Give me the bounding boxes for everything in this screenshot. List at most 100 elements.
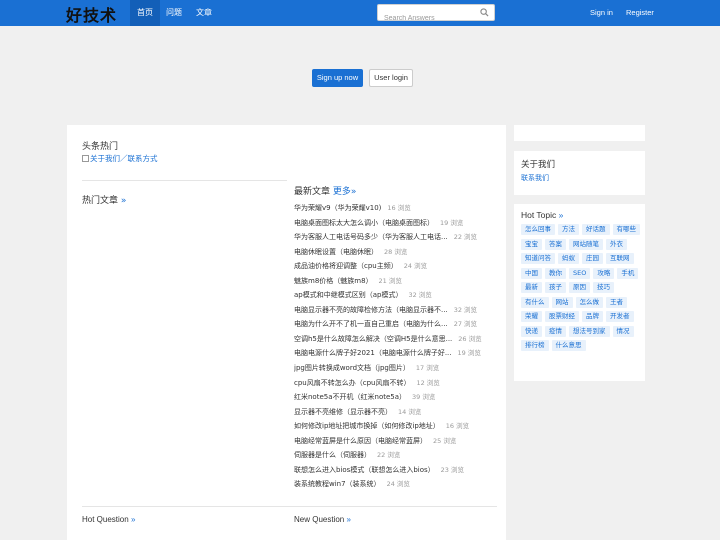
register-link[interactable]: Register	[626, 0, 654, 26]
article-title-link[interactable]: 显示器不亮维修（显示器不亮）	[294, 408, 392, 416]
topic-tag[interactable]: 中国	[521, 267, 542, 279]
about-heading: 关于我们	[521, 160, 556, 170]
topic-tag[interactable]: 股票财经	[545, 311, 579, 322]
article-title-link[interactable]: 联想怎么进入bios模式（联想怎么进入bios）	[294, 466, 435, 474]
topic-tag[interactable]: SEO	[569, 267, 591, 279]
topic-tag[interactable]: 什么意思	[551, 340, 586, 351]
article-list-item: jpg图片转换成word文档（jpg图片） 17 浏览	[294, 361, 502, 376]
hot-articles-heading: 热门文章 »	[82, 193, 126, 206]
article-list-item: 华为客服人工电话号码多少（华为客服人工电话... 22 浏览	[294, 230, 502, 245]
hot-question-heading: Hot Question »	[82, 515, 135, 524]
topic-tag[interactable]: 最新	[521, 282, 542, 293]
search-icon[interactable]	[480, 8, 489, 17]
topic-tag[interactable]: 教你	[545, 267, 566, 279]
sidebar-hot-topic-box: Hot Topic » 怎么回事 方法 好话题 有哪些宝宝 答案 网站随笔 外衣知道问答 蚂蚁…	[514, 204, 645, 381]
nav-articles[interactable]: 文章	[189, 0, 219, 26]
sidebar-about-box: 关于我们 联系我们	[514, 151, 645, 195]
article-view-count: 32 浏览	[453, 305, 478, 314]
hot-articles-more-link[interactable]: »	[121, 196, 127, 206]
hot-topic-more-link[interactable]: »	[559, 210, 564, 220]
article-view-count: 23 浏览	[440, 465, 464, 474]
topic-tag[interactable]: 有哪些	[612, 224, 640, 235]
nav-questions[interactable]: 问题	[159, 0, 189, 26]
broken-image-icon	[82, 155, 89, 162]
topic-tag[interactable]: 庄园	[582, 253, 603, 264]
topic-tag[interactable]: 怎么回事	[521, 224, 555, 235]
topic-tag[interactable]: 方法	[558, 224, 579, 235]
article-title-link[interactable]: 华为荣耀v9（华为荣耀v10)	[294, 204, 381, 212]
topic-tag[interactable]: 知道问答	[521, 253, 555, 264]
topic-tag[interactable]: 情况	[612, 325, 634, 337]
topic-tag[interactable]: 原因	[569, 282, 590, 293]
topic-tag[interactable]: 网站	[551, 296, 573, 308]
article-title-link[interactable]: 如何修改ip地址把城市换掉（如何修改ip地址）	[294, 422, 440, 430]
topic-tag[interactable]: 技巧	[593, 282, 614, 293]
article-title-link[interactable]: 电脑电源什么牌子好2021（电脑电源什么牌子好...	[294, 349, 452, 357]
topic-tag[interactable]: 宝宝	[521, 238, 542, 250]
topic-tag[interactable]: 疫情	[545, 325, 566, 337]
article-view-count: 26 浏览	[458, 334, 482, 343]
topic-tag[interactable]: 答案	[545, 238, 566, 250]
article-title-link[interactable]: 空调h5是什么故障怎么解决（空调H5是什么意思...	[294, 335, 452, 343]
article-view-count: 22 浏览	[453, 233, 478, 242]
topic-tag[interactable]: 品牌	[582, 311, 603, 322]
nav-home[interactable]: 首页	[130, 0, 160, 26]
article-list-item: ap模式和中继模式区别（ap模式） 32 浏览	[294, 288, 502, 303]
article-title-link[interactable]: ap模式和中继模式区别（ap模式）	[294, 291, 402, 299]
hot-topic-label: Hot Topic	[521, 210, 557, 220]
new-question-heading: New Question »	[294, 515, 351, 524]
topic-tag[interactable]: 网站随笔	[569, 238, 603, 250]
topic-tag[interactable]: 互联网	[606, 253, 634, 264]
article-view-count: 39 浏览	[412, 393, 436, 402]
topic-tag[interactable]: 蚂蚁	[558, 253, 579, 264]
latest-article-list: 华为荣耀v9（华为荣耀v10) 16 浏览电脑桌面图标太大怎么调小（电脑桌面图标）…	[294, 201, 502, 492]
signin-link[interactable]: Sign in	[590, 0, 613, 26]
article-list-item: cpu风扇不转怎么办（cpu风扇不转） 12 浏览	[294, 376, 502, 391]
article-title-link[interactable]: jpg图片转换成word文档（jpg图片）	[294, 364, 410, 372]
article-title-link[interactable]: 电脑显示器不亮的故障检修方法（电脑显示器不...	[294, 306, 448, 314]
new-question-more-link[interactable]: »	[346, 515, 350, 524]
topic-tag[interactable]: 孩子	[545, 282, 566, 293]
topic-tag[interactable]: 好话题	[582, 224, 610, 235]
article-title-link[interactable]: 魅族m8价格（魅族m8）	[294, 277, 373, 285]
article-title-link[interactable]: 电脑经常蓝屏是什么原因（电脑经常蓝屏）	[294, 437, 427, 445]
latest-articles-label: 最新文章	[294, 187, 331, 197]
site-logo[interactable]: 好技术	[66, 2, 117, 26]
article-title-link[interactable]: 电脑休眠设置（电脑休眠）	[294, 248, 378, 256]
login-button[interactable]: User login	[369, 69, 413, 87]
article-list-item: 电脑经常蓝屏是什么原因（电脑经常蓝屏） 25 浏览	[294, 434, 502, 449]
topic-tag[interactable]: 开发者	[606, 311, 634, 322]
article-view-count: 28 浏览	[384, 247, 408, 256]
about-contact-link[interactable]: 关于我们／联系方式	[82, 153, 158, 164]
article-list-item: 装系统教程win7（装系统） 24 浏览	[294, 477, 502, 492]
article-list-item: 电脑电源什么牌子好2021（电脑电源什么牌子好... 19 浏览	[294, 346, 502, 361]
article-title-link[interactable]: 红米note5a不开机（红米note5a）	[294, 393, 406, 401]
topic-tag[interactable]: 有什么	[521, 296, 549, 308]
topic-tag[interactable]: 王者	[606, 296, 627, 308]
topic-tag[interactable]: 荣耀	[521, 311, 542, 322]
topic-tag[interactable]: 怎么做	[575, 296, 603, 308]
article-view-count: 25 浏览	[433, 436, 457, 445]
latest-more-link[interactable]: 更多»	[333, 187, 357, 197]
search-input[interactable]	[378, 11, 478, 26]
topic-tag[interactable]: 排行榜	[521, 340, 549, 351]
article-title-link[interactable]: cpu风扇不转怎么办（cpu风扇不转）	[294, 379, 410, 387]
article-title-link[interactable]: 华为客服人工电话号码多少（华为客服人工电话...	[294, 233, 448, 241]
topic-tag[interactable]: 外衣	[606, 238, 627, 250]
article-title-link[interactable]: 伺服器是什么（伺服器）	[294, 451, 371, 459]
article-list-item: 华为荣耀v9（华为荣耀v10) 16 浏览	[294, 201, 502, 216]
article-title-link[interactable]: 成品油价格将迎调整（cpu主频）	[294, 262, 398, 270]
topic-tag[interactable]: 攻略	[593, 267, 615, 279]
topic-tag[interactable]: 手机	[617, 267, 639, 279]
article-list-item: 电脑休眠设置（电脑休眠） 28 浏览	[294, 245, 502, 260]
article-title-link[interactable]: 电脑为什么开不了机一直自己重启（电脑为什么...	[294, 320, 448, 328]
article-title-link[interactable]: 装系统教程win7（装系统）	[294, 480, 381, 488]
topic-tag[interactable]: 快递	[521, 325, 542, 337]
topic-tag[interactable]: 想法号到家	[569, 325, 610, 337]
article-title-link[interactable]: 电脑桌面图标太大怎么调小（电脑桌面图标）	[294, 219, 434, 227]
article-list-item: 魅族m8价格（魅族m8） 21 浏览	[294, 274, 502, 289]
contact-us-link[interactable]: 联系我们	[521, 173, 549, 183]
signup-button[interactable]: Sign up now	[312, 69, 363, 87]
hot-question-more-link[interactable]: »	[131, 515, 135, 524]
article-view-count: 12 浏览	[416, 378, 440, 387]
